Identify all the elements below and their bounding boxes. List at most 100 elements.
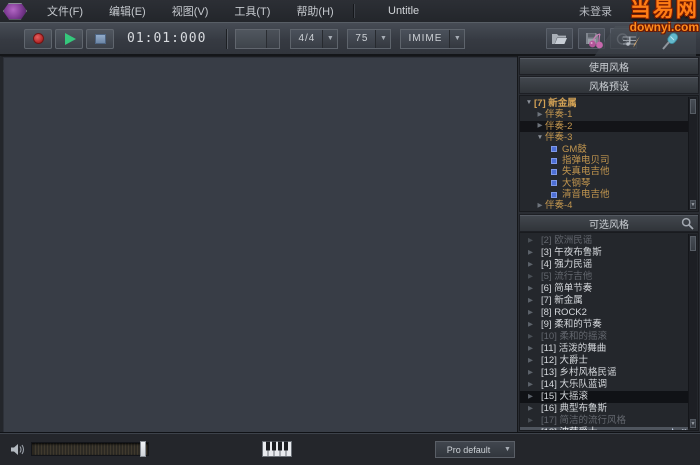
style-list-item[interactable]: ▶ [8] ROCK2 [520,307,688,319]
style-label: [18] 波萨爵士 [541,428,598,430]
heart-icon[interactable]: ♥ [681,428,687,431]
volume-slider-handle[interactable] [140,441,146,457]
mute-button[interactable] [8,441,28,458]
arrow-right-icon: ▶ [528,320,533,328]
menu-view[interactable]: 视图(V) [159,0,222,22]
arrangement-canvas[interactable] [0,56,517,432]
tree-leaf-dist-guitar[interactable]: 失真电吉他 [520,166,688,177]
style-list-item[interactable]: ▶ [13] 乡村风格民谣 [520,367,688,379]
arrow-right-icon: ▶ [528,308,533,316]
style-label: [10] 柔和的摇滚 [541,331,607,343]
stop-button[interactable] [86,28,114,49]
style-list-item[interactable]: ▶ [9] 柔和的节奏 [520,319,688,331]
search-button[interactable] [681,217,694,233]
piano-keys-icon [262,441,292,457]
style-list-item[interactable]: ▶ [4] 强力民谣 [520,259,688,271]
chevron-right-icon[interactable]: ▶ [535,123,545,130]
tree-leaf-gm-drums[interactable]: GM鼓 [520,144,688,155]
style-list-item[interactable]: ▶ [11] 活泼的舞曲 [520,343,688,355]
menu-help[interactable]: 帮助(H) [283,0,346,22]
track-bullet-icon [551,146,557,153]
tree-node-label: 伴奏-2 [545,120,573,132]
track-bullet-icon [551,157,557,164]
view-tab-group [566,26,696,56]
tree-node-accomp1[interactable]: ▶ 伴奏-1 [520,109,688,120]
record-button[interactable] [24,28,52,49]
style-list-item[interactable]: ▶ [5] 流行吉他 [520,271,688,283]
piano-keyboard-button[interactable] [262,441,292,462]
menu-file[interactable]: 文件(F) [34,0,96,22]
stop-icon [94,33,106,44]
chevron-down-icon[interactable]: ▼ [449,29,465,48]
tree-leaf-label: 失真电吉他 [562,166,610,178]
chevron-right-icon[interactable]: ▶ [535,111,545,119]
use-style-button[interactable]: 使用风格 [519,57,699,75]
tempo-select[interactable]: 75 ▼ [347,28,392,49]
style-list-item[interactable]: ▶ [7] 新金属 [520,295,688,307]
style-label: [8] ROCK2 [541,307,587,319]
style-list-item[interactable]: ▶ [6] 简单节奏 [520,283,688,295]
marker-select[interactable]: IMIME ▼ [400,28,466,49]
scrollbar-thumb[interactable] [690,236,696,251]
scrollbar-thumb[interactable] [690,99,696,114]
chevron-down-icon[interactable]: ▼ [535,134,545,142]
app-logo-icon [3,2,27,20]
play-button[interactable] [55,28,83,49]
score-tab-button[interactable] [620,30,644,52]
microphone-icon [662,32,679,50]
cherry-icon [588,33,603,49]
style-label: [17] 简洁的流行风格 [541,415,626,427]
record-icon [32,33,44,44]
star-icon[interactable]: ★ [668,428,677,431]
chevron-down-icon[interactable]: ▼ [322,29,338,48]
track-bullet-icon [551,191,557,198]
menu-edit[interactable]: 编辑(E) [96,0,159,22]
tree-node-root[interactable]: ▼ [7] 新金属 [520,98,688,109]
menu-separator [352,4,354,18]
tree-leaf-label: 指弹电贝司 [562,154,610,166]
scrollbar[interactable]: ▼ [688,234,697,429]
chord-tab-button[interactable] [584,30,608,52]
scroll-down-button[interactable]: ▼ [690,419,696,428]
scroll-down-button[interactable]: ▼ [690,200,696,209]
favorite-group: ★ ♥ [668,428,688,431]
menu-tools[interactable]: 工具(T) [221,0,283,22]
chevron-down-icon[interactable]: ▼ [375,29,391,48]
main-area: 使用风格 风格预设 ▼ [7] 新金属 ▶ 伴奏-1 ▶ 伴奏-2 ▼ 伴奏-3 [0,56,700,432]
audio-preset-select[interactable]: Pro default ▼ [435,441,515,458]
style-preset-header: 风格预设 [519,76,699,94]
style-list-item[interactable]: ▶ [14] 大乐队蓝调 [520,379,688,391]
tree-leaf-piano[interactable]: 大钢琴 [520,178,688,189]
style-label: [4] 强力民谣 [541,259,593,271]
style-label: [3] 午夜布鲁斯 [541,247,602,259]
style-label: [16] 典型布鲁斯 [541,403,607,415]
time-signature-select[interactable]: 4/4 ▼ [290,28,339,49]
volume-slider[interactable] [31,441,149,457]
speaker-icon [11,443,25,455]
tree-node-accomp3[interactable]: ▼ 伴奏-3 [520,132,688,143]
style-list-item[interactable]: ▶ [10] 柔和的摇滚 [520,331,688,343]
tree-node-accomp2[interactable]: ▶ 伴奏-2 [520,120,688,133]
search-icon [681,217,694,230]
arrow-right-icon: ▶ [528,356,533,364]
arrow-right-icon: ▶ [528,236,533,244]
arrow-right-icon: ▶ [528,404,533,412]
chevron-right-icon[interactable]: ▶ [535,202,545,210]
scrollbar[interactable]: ▼ [688,97,697,210]
style-list-item[interactable]: ▶ [2] 欧洲民谣 [520,235,688,247]
tree-node-accomp4[interactable]: ▶ 伴奏-4 [520,201,688,212]
style-list-item-selected[interactable]: ▶ [18] 波萨爵士 ★ ♥ [520,427,688,431]
style-list-item[interactable]: ▶ [16] 典型布鲁斯 [520,403,688,415]
style-list-item[interactable]: ▶ [17] 简洁的流行风格 [520,415,688,427]
vocal-tab-button[interactable] [658,30,682,52]
chevron-down-icon[interactable]: ▼ [524,100,534,107]
chevron-down-icon[interactable]: ▼ [501,446,514,453]
tree-leaf-bass[interactable]: 指弹电贝司 [520,155,688,166]
style-list-item[interactable]: ▶ [15] 大摇滚 [520,391,688,403]
tempo-value: 75 [355,33,369,44]
time-display: 01:01:000 [127,31,207,46]
style-list-item[interactable]: ▶ [12] 大爵士 [520,355,688,367]
style-list-item[interactable]: ▶ [3] 午夜布鲁斯 [520,247,688,259]
login-status[interactable]: 未登录 [579,3,612,19]
tree-leaf-clean-guitar[interactable]: 清音电吉他 [520,189,688,200]
